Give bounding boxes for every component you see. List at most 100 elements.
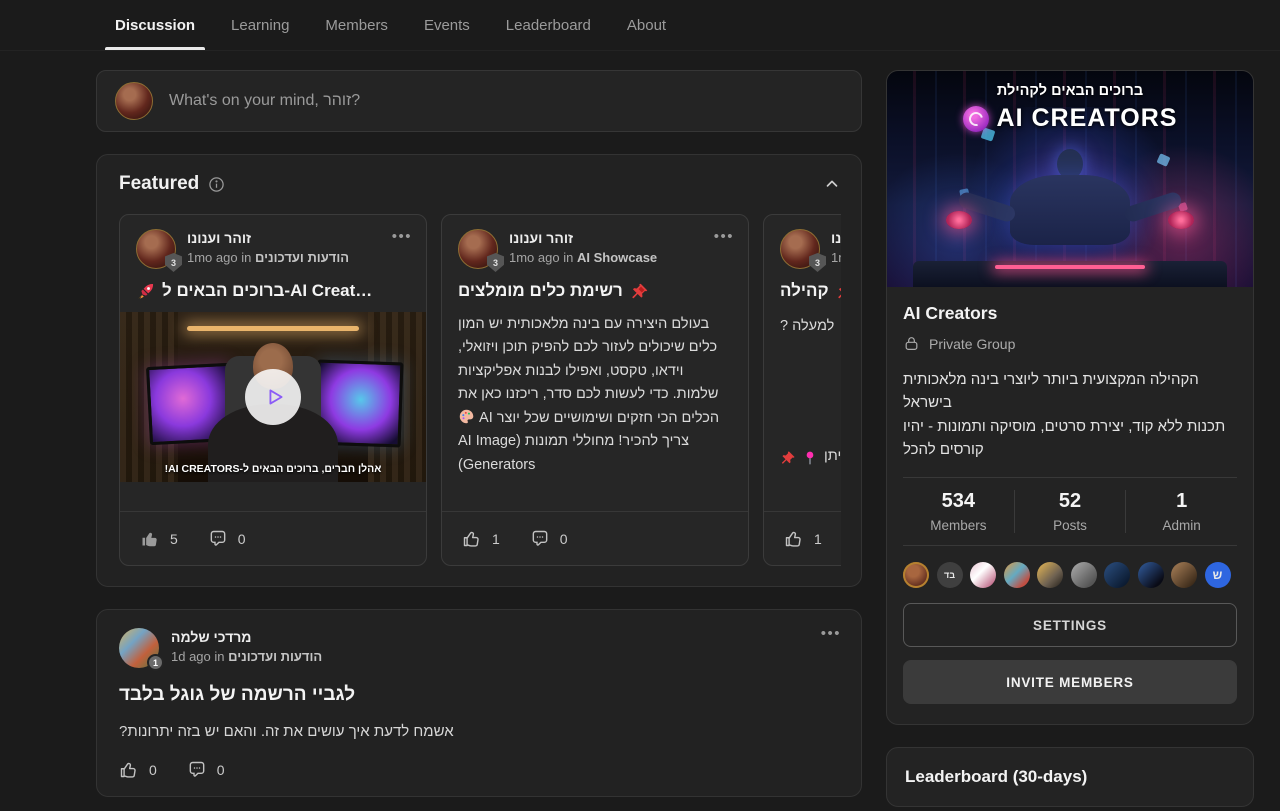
composer-prompt: What's on your mind, זוהר? bbox=[169, 92, 360, 110]
play-button[interactable] bbox=[245, 369, 301, 425]
comment-count: 0 bbox=[560, 531, 568, 547]
feed-post[interactable]: 1 מרדכי שלמה 1d ago in הודעות ועדכונים •… bbox=[96, 609, 862, 797]
banner-brand: AI CREATORS bbox=[887, 104, 1253, 133]
brain-logo-icon bbox=[963, 106, 989, 132]
space-link[interactable]: הודעות ועדכונים bbox=[255, 250, 349, 265]
comment-icon bbox=[530, 529, 550, 549]
post-title[interactable]: קהילה bbox=[764, 269, 841, 301]
space-link[interactable]: AI Showcase bbox=[577, 250, 657, 265]
stat-posts[interactable]: 52 Posts bbox=[1014, 490, 1126, 533]
top-navigation: Discussion Learning Members Events Leade… bbox=[0, 0, 1280, 51]
avatar bbox=[115, 82, 153, 120]
group-stats: 534 Members 52 Posts 1 Admin bbox=[903, 477, 1237, 546]
comment-count: 0 bbox=[238, 531, 246, 547]
group-banner-image: ברוכים הבאים לקהילת AI CREATORS bbox=[887, 71, 1253, 287]
post-body: אשמח לדעת איך עושים את זה. והאם יש בזה י… bbox=[119, 723, 839, 740]
post-title[interactable]: רשימת כלים מומלצים bbox=[442, 269, 748, 301]
member-avatar[interactable]: ש bbox=[1205, 562, 1231, 588]
invite-members-button[interactable]: INVITE MEMBERS bbox=[903, 660, 1237, 704]
featured-carousel[interactable]: 3 זוהר וענונו 1mo ago in הודעות ועדכונים… bbox=[119, 214, 841, 566]
like-count: 1 bbox=[814, 531, 822, 547]
comment-button[interactable]: 0 bbox=[208, 529, 246, 549]
post-meta: 1mo ago in הודעות ועדכונים bbox=[187, 250, 349, 265]
sidebar: ברוכים הבאים לקהילת AI CREATORS AI Creat… bbox=[886, 70, 1254, 807]
like-button[interactable]: 0 bbox=[119, 760, 157, 780]
tab-learning[interactable]: Learning bbox=[231, 0, 289, 50]
pushpin-emoji-icon bbox=[780, 449, 796, 465]
community-page: Discussion Learning Members Events Leade… bbox=[0, 0, 1280, 811]
pushpin-emoji-icon bbox=[836, 282, 841, 301]
member-avatar[interactable]: בד bbox=[937, 562, 963, 588]
post-title[interactable]: לגביי הרשמה של גוגל בלבד bbox=[119, 684, 839, 706]
post-title[interactable]: ברוכים הבאים ל-AI Creat… bbox=[120, 269, 426, 301]
featured-card-rules[interactable]: 3 וענונו 1mo קהילה ? למעלה bbox=[763, 214, 841, 566]
main-column: What's on your mind, זוהר? Featured bbox=[96, 70, 862, 797]
like-button[interactable]: 5 bbox=[140, 529, 178, 549]
post-author[interactable]: מרדכי שלמה bbox=[171, 628, 322, 646]
member-avatar[interactable] bbox=[1138, 562, 1164, 588]
chevron-up-icon[interactable] bbox=[823, 175, 841, 193]
member-avatar[interactable] bbox=[1171, 562, 1197, 588]
post-meta: 1mo ago in AI Showcase bbox=[509, 250, 657, 265]
post-menu-icon[interactable]: ••• bbox=[821, 626, 841, 641]
like-count: 0 bbox=[149, 762, 157, 778]
member-avatar[interactable] bbox=[970, 562, 996, 588]
comment-button[interactable]: 0 bbox=[530, 529, 568, 549]
stat-members[interactable]: 534 Members bbox=[903, 490, 1014, 533]
like-button[interactable]: 1 bbox=[462, 529, 500, 549]
lock-icon bbox=[903, 335, 920, 352]
info-icon[interactable] bbox=[208, 176, 225, 193]
leaderboard-title: Leaderboard (30-days) bbox=[905, 767, 1235, 787]
featured-title: Featured bbox=[119, 173, 199, 195]
post-body: בעולם היצירה עם בינה מלאכותית יש המון כל… bbox=[442, 301, 748, 477]
tab-discussion[interactable]: Discussion bbox=[115, 0, 195, 50]
check-emoji-icon bbox=[840, 318, 841, 334]
thumbs-up-icon bbox=[140, 529, 160, 549]
post-author[interactable]: וענונו bbox=[831, 229, 841, 247]
thumbs-up-icon bbox=[462, 529, 482, 549]
space-link[interactable]: הודעות ועדכונים bbox=[228, 649, 322, 664]
tab-leaderboard[interactable]: Leaderboard bbox=[506, 0, 591, 50]
pushpin-emoji-icon bbox=[630, 282, 649, 301]
video-caption: אהלן חברים, ברוכים הבאים ל-AI CREATORS! bbox=[120, 463, 426, 475]
post-composer[interactable]: What's on your mind, זוהר? bbox=[96, 70, 862, 132]
group-name: AI Creators bbox=[903, 303, 1237, 324]
thumbs-up-icon bbox=[119, 760, 139, 780]
featured-card-welcome[interactable]: 3 זוהר וענונו 1mo ago in הודעות ועדכונים… bbox=[119, 214, 427, 566]
comment-icon bbox=[208, 529, 228, 549]
comment-button[interactable]: 0 bbox=[187, 760, 225, 780]
tab-events[interactable]: Events bbox=[424, 0, 470, 50]
post-menu-icon[interactable]: ••• bbox=[392, 229, 412, 244]
tab-members[interactable]: Members bbox=[325, 0, 388, 50]
post-menu-icon[interactable]: ••• bbox=[714, 229, 734, 244]
member-avatar[interactable] bbox=[1037, 562, 1063, 588]
featured-section: Featured 3 זוהר וענונו bbox=[96, 154, 862, 587]
group-description: הקהילה המקצועית ביותר ליוצרי בינה מלאכות… bbox=[903, 368, 1237, 461]
stat-admin[interactable]: 1 Admin bbox=[1125, 490, 1237, 533]
like-count: 5 bbox=[170, 531, 178, 547]
tab-about[interactable]: About bbox=[627, 0, 666, 50]
group-privacy: Private Group bbox=[903, 335, 1237, 352]
featured-card-tools[interactable]: 3 זוהר וענונו 1mo ago in AI Showcase •••… bbox=[441, 214, 749, 566]
video-thumbnail[interactable]: אהלן חברים, ברוכים הבאים ל-AI CREATORS! bbox=[120, 312, 426, 482]
rocket-emoji-icon bbox=[136, 282, 155, 301]
comment-count: 0 bbox=[217, 762, 225, 778]
post-author[interactable]: זוהר וענונו bbox=[509, 229, 657, 247]
member-avatar[interactable] bbox=[1071, 562, 1097, 588]
settings-button[interactable]: SETTINGS bbox=[903, 603, 1237, 647]
post-author[interactable]: זוהר וענונו bbox=[187, 229, 349, 247]
level-badge: 1 bbox=[147, 654, 164, 671]
post-body: ? למעלה היכנס ל עמוד התכנים שיש קבל תשוב… bbox=[764, 301, 841, 496]
banner-welcome-text: ברוכים הבאים לקהילת bbox=[887, 83, 1253, 99]
group-info-card: ברוכים הבאים לקהילת AI CREATORS AI Creat… bbox=[886, 70, 1254, 725]
round-pin-emoji-icon bbox=[802, 449, 818, 465]
thumbs-up-icon bbox=[784, 529, 804, 549]
palette-emoji-icon bbox=[458, 408, 475, 425]
member-avatar[interactable] bbox=[903, 562, 929, 588]
post-meta: 1d ago in הודעות ועדכונים bbox=[171, 649, 322, 664]
post-meta: 1mo bbox=[831, 250, 841, 265]
leaderboard-card: Leaderboard (30-days) bbox=[886, 747, 1254, 807]
like-button[interactable]: 1 bbox=[784, 529, 822, 549]
member-avatar[interactable] bbox=[1104, 562, 1130, 588]
member-avatar[interactable] bbox=[1004, 562, 1030, 588]
